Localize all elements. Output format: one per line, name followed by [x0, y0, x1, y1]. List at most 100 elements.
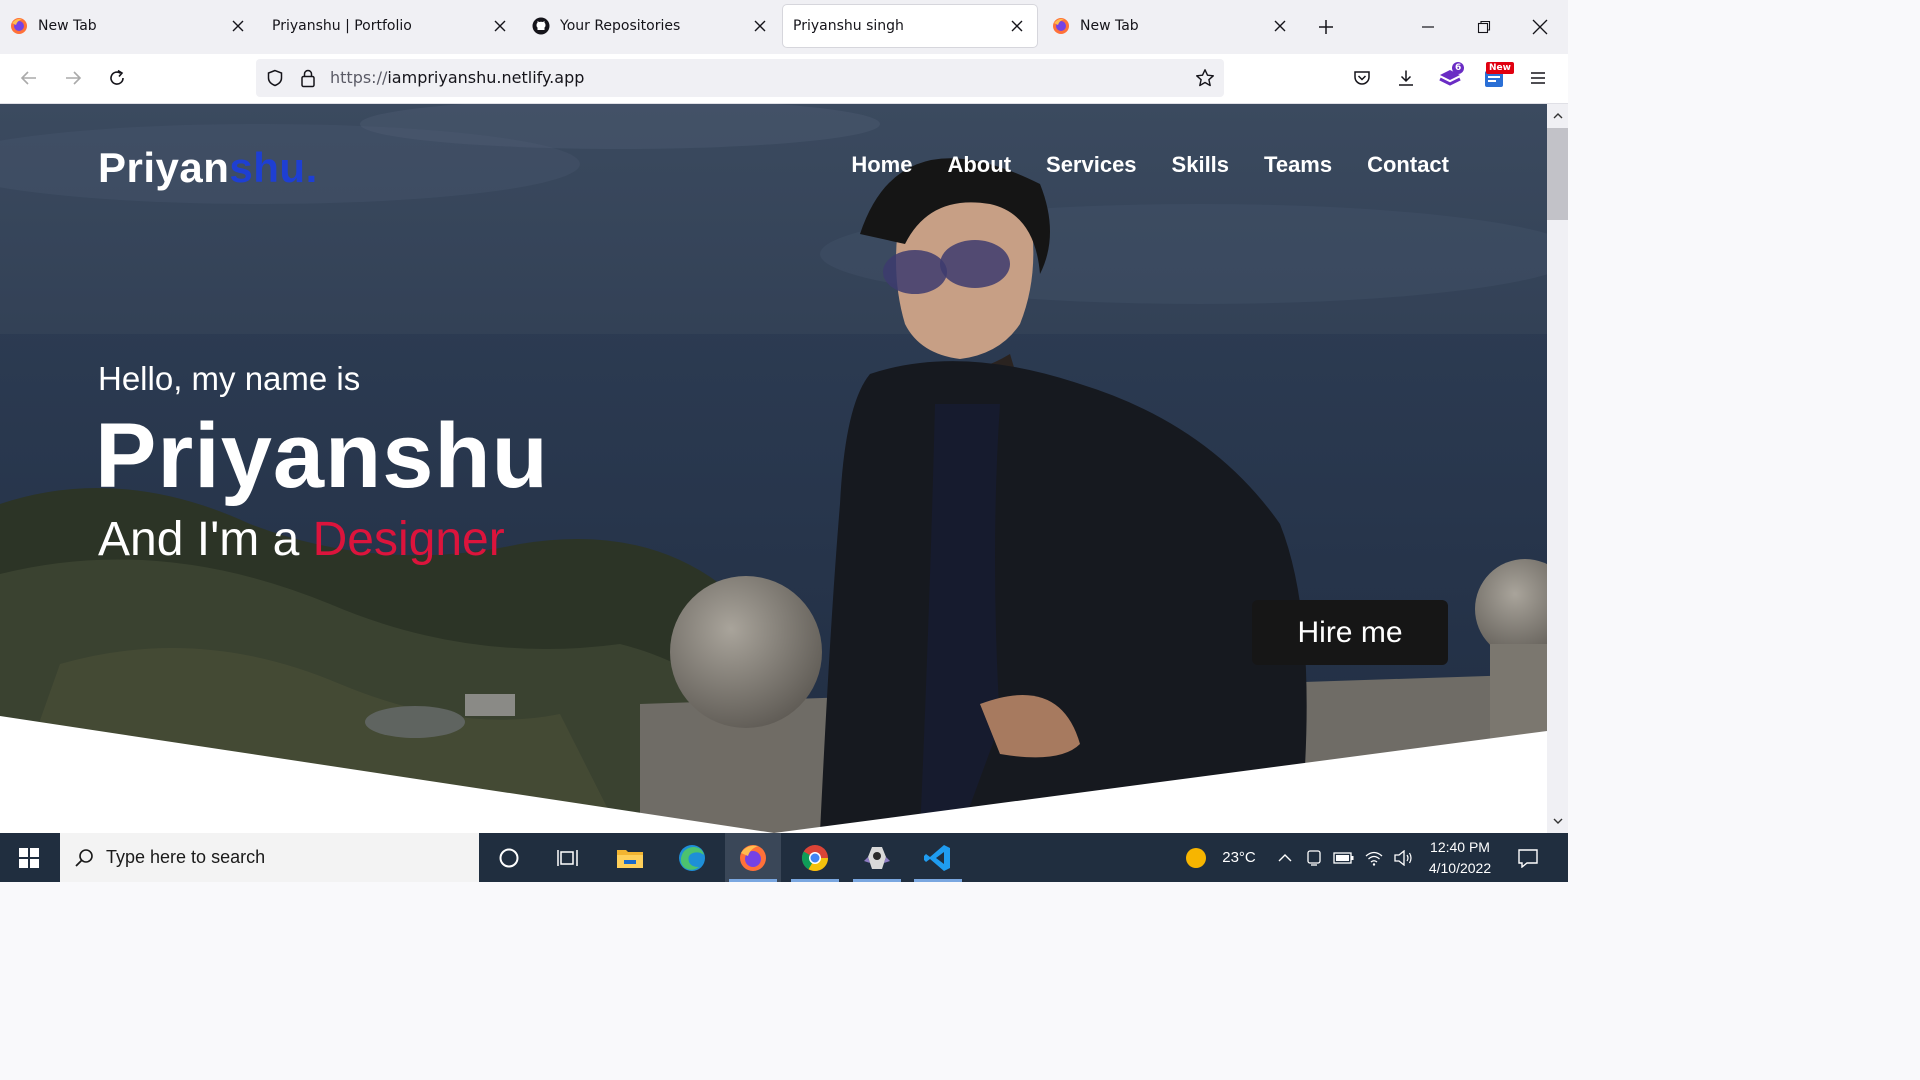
weather-widget[interactable]	[1180, 833, 1212, 882]
close-icon	[1532, 19, 1548, 35]
hero-section: Priyanshu. Home About Services Skills Te…	[0, 104, 1547, 833]
close-icon[interactable]	[228, 16, 248, 36]
volume-indicator[interactable]	[1390, 833, 1416, 882]
logo-text: Priyan	[98, 144, 230, 191]
device-icon	[1307, 849, 1321, 866]
task-view-button[interactable]	[540, 833, 596, 882]
chevron-up-icon	[1553, 113, 1562, 119]
taskbar-vscode[interactable]	[910, 833, 966, 882]
page-scrollbar[interactable]	[1547, 104, 1568, 833]
arrow-left-icon	[20, 71, 36, 85]
clock-time: 12:40 PM	[1430, 839, 1490, 855]
pocket-button[interactable]	[1346, 62, 1378, 94]
main-nav: Home About Services Skills Teams Contact	[851, 152, 1449, 178]
scroll-thumb[interactable]	[1547, 128, 1568, 220]
chevron-down-icon	[1553, 818, 1562, 824]
nav-skills[interactable]: Skills	[1172, 152, 1229, 178]
shield-icon[interactable]	[266, 69, 284, 87]
tab-portfolio[interactable]: Priyanshu | Portfolio	[262, 5, 520, 47]
nav-home[interactable]: Home	[851, 152, 912, 178]
close-icon[interactable]	[490, 16, 510, 36]
new-tab-button[interactable]	[1298, 0, 1354, 54]
hero-role: And I'm a Designer	[98, 512, 505, 567]
edge-icon	[679, 844, 705, 871]
reload-icon	[110, 69, 124, 85]
close-icon[interactable]	[1270, 16, 1290, 36]
show-hidden-icons-button[interactable]	[1272, 833, 1298, 882]
site-logo[interactable]: Priyanshu.	[98, 144, 318, 192]
downloads-button[interactable]	[1390, 62, 1422, 94]
star-icon[interactable]	[1195, 68, 1215, 88]
chevron-up-icon	[1278, 853, 1292, 861]
tab-title: Your Repositories	[560, 18, 681, 34]
tab-priyanshu-singh[interactable]: Priyanshu singh	[783, 5, 1037, 47]
nav-contact[interactable]: Contact	[1367, 152, 1449, 178]
tab-new-tab-2[interactable]: New Tab	[1042, 5, 1300, 47]
role-prefix: And I'm a	[98, 513, 313, 566]
hire-me-button[interactable]: Hire me	[1252, 600, 1448, 665]
weather-temp[interactable]: 23°C	[1214, 833, 1264, 882]
download-icon	[1399, 70, 1413, 86]
notification-icon	[1518, 848, 1538, 868]
vscode-icon	[924, 844, 950, 871]
scroll-up-arrow[interactable]	[1547, 106, 1568, 126]
nav-services[interactable]: Services	[1046, 152, 1137, 178]
task-view-icon	[557, 849, 578, 866]
lock-icon[interactable]	[300, 68, 316, 88]
file-explorer-icon	[617, 849, 643, 868]
tab-title: Priyanshu | Portfolio	[272, 18, 412, 34]
taskbar-edge[interactable]	[664, 833, 720, 882]
extension-stack-button[interactable]: 6	[1434, 62, 1466, 94]
tab-new-tab-1[interactable]: New Tab	[0, 5, 258, 47]
scroll-down-arrow[interactable]	[1547, 811, 1568, 831]
hamburger-menu-icon	[1531, 72, 1545, 84]
chrome-icon	[801, 844, 829, 871]
role-highlight: Designer	[312, 513, 505, 566]
taskbar-clock[interactable]: 12:40 PM 4/10/2022	[1418, 837, 1502, 879]
restore-button[interactable]	[1456, 0, 1512, 54]
cortana-button[interactable]	[481, 833, 537, 882]
firefox-icon	[11, 18, 27, 34]
page-viewport: Priyanshu. Home About Services Skills Te…	[0, 104, 1547, 833]
arrow-right-icon	[66, 71, 82, 85]
taskbar-search-box[interactable]: Type here to search	[60, 833, 479, 882]
url-bar[interactable]: https://iampriyanshu.netlify.app	[256, 59, 1224, 97]
windows-logo-icon	[19, 847, 39, 868]
back-button[interactable]	[13, 62, 45, 94]
nav-about[interactable]: About	[947, 152, 1011, 178]
clock-date: 4/10/2022	[1428, 860, 1492, 876]
nav-teams[interactable]: Teams	[1264, 152, 1332, 178]
close-icon[interactable]	[1007, 16, 1027, 36]
menu-button[interactable]	[1522, 62, 1554, 94]
pocket-icon	[1354, 71, 1370, 85]
reload-button[interactable]	[101, 62, 133, 94]
sun-icon	[1186, 847, 1206, 868]
battery-indicator[interactable]	[1330, 833, 1358, 882]
logo-accent: shu.	[229, 144, 318, 191]
taskbar-chrome[interactable]	[787, 833, 843, 882]
taskbar-game-app[interactable]	[849, 833, 905, 882]
meet-now-button[interactable]	[1300, 833, 1328, 882]
url-text[interactable]: https://iampriyanshu.netlify.app	[330, 59, 584, 97]
nav-toolbar: https://iampriyanshu.netlify.app 6 New	[0, 54, 1568, 104]
plus-icon	[1319, 20, 1333, 34]
url-host: iampriyanshu.netlify.app	[387, 68, 585, 87]
tab-title: Priyanshu singh	[793, 18, 904, 34]
forward-button[interactable]	[57, 62, 89, 94]
tab-title: New Tab	[1080, 18, 1139, 34]
news-extension-button[interactable]: New	[1478, 62, 1514, 94]
start-button[interactable]	[0, 833, 58, 882]
minimize-button[interactable]	[1400, 0, 1456, 54]
close-window-button[interactable]	[1512, 0, 1568, 54]
network-indicator[interactable]	[1360, 833, 1388, 882]
battery-icon	[1333, 851, 1354, 864]
close-icon[interactable]	[750, 16, 770, 36]
restore-icon	[1477, 20, 1491, 34]
taskbar-firefox[interactable]	[725, 833, 781, 882]
tab-repositories[interactable]: Your Repositories	[522, 5, 780, 47]
taskbar-file-explorer[interactable]	[602, 833, 658, 882]
game-app-icon	[864, 846, 890, 869]
action-center-button[interactable]	[1508, 833, 1548, 882]
url-scheme: https://	[330, 68, 388, 87]
windows-taskbar: Type here to search 23°C 12:40 PM 4/10/2…	[0, 833, 1568, 882]
